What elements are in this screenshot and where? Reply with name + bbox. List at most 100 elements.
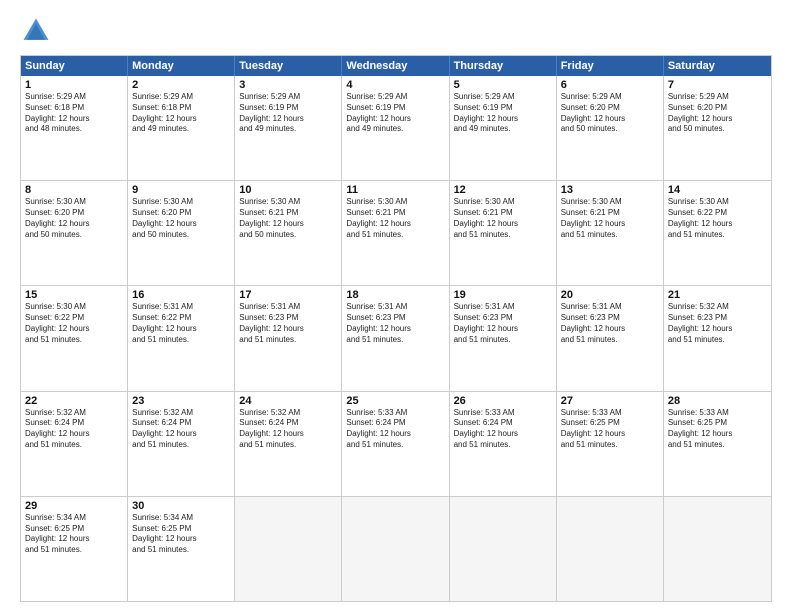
logo (20, 15, 56, 47)
day-info: Sunrise: 5:31 AM Sunset: 6:23 PM Dayligh… (561, 302, 659, 345)
calendar-cell-empty (557, 497, 664, 601)
day-info: Sunrise: 5:30 AM Sunset: 6:21 PM Dayligh… (561, 197, 659, 240)
weekday-header-sunday: Sunday (21, 56, 128, 76)
day-number: 30 (132, 500, 230, 512)
calendar-cell-21: 21Sunrise: 5:32 AM Sunset: 6:23 PM Dayli… (664, 286, 771, 390)
day-info: Sunrise: 5:33 AM Sunset: 6:24 PM Dayligh… (346, 408, 444, 451)
day-number: 26 (454, 395, 552, 407)
calendar-row-1: 1 Sunrise: 5:29 AM Sunset: 6:18 PM Daylig… (21, 76, 771, 180)
calendar-cell-empty (235, 497, 342, 601)
weekday-header-wednesday: Wednesday (342, 56, 449, 76)
calendar-cell-8: 8Sunrise: 5:30 AM Sunset: 6:20 PM Daylig… (21, 181, 128, 285)
calendar-cell-16: 16Sunrise: 5:31 AM Sunset: 6:22 PM Dayli… (128, 286, 235, 390)
calendar-cell-2: 2Sunrise: 5:29 AM Sunset: 6:18 PM Daylig… (128, 76, 235, 180)
calendar-cell-5: 5Sunrise: 5:29 AM Sunset: 6:19 PM Daylig… (450, 76, 557, 180)
calendar-header: SundayMondayTuesdayWednesdayThursdayFrid… (21, 56, 771, 76)
calendar-cell-24: 24Sunrise: 5:32 AM Sunset: 6:24 PM Dayli… (235, 392, 342, 496)
calendar-cell-1: 1Sunrise: 5:29 AM Sunset: 6:18 PM Daylig… (21, 76, 128, 180)
day-number: 9 (132, 184, 230, 196)
calendar: SundayMondayTuesdayWednesdayThursdayFrid… (20, 55, 772, 602)
calendar-cell-empty (664, 497, 771, 601)
day-info: Sunrise: 5:30 AM Sunset: 6:22 PM Dayligh… (668, 197, 767, 240)
day-info: Sunrise: 5:30 AM Sunset: 6:22 PM Dayligh… (25, 302, 123, 345)
day-info: Sunrise: 5:29 AM Sunset: 6:19 PM Dayligh… (239, 92, 337, 135)
calendar-cell-13: 13Sunrise: 5:30 AM Sunset: 6:21 PM Dayli… (557, 181, 664, 285)
calendar-body: 1 Sunrise: 5:29 AM Sunset: 6:18 PM Daylig… (21, 76, 771, 601)
weekday-header-saturday: Saturday (664, 56, 771, 76)
calendar-cell-25: 25Sunrise: 5:33 AM Sunset: 6:24 PM Dayli… (342, 392, 449, 496)
day-number: 17 (239, 289, 337, 301)
weekday-header-monday: Monday (128, 56, 235, 76)
day-number: 24 (239, 395, 337, 407)
calendar-cell-26: 26Sunrise: 5:33 AM Sunset: 6:24 PM Dayli… (450, 392, 557, 496)
calendar-cell-30: 30Sunrise: 5:34 AM Sunset: 6:25 PM Dayli… (128, 497, 235, 601)
day-number: 5 (454, 79, 552, 91)
day-number: 27 (561, 395, 659, 407)
day-info: Sunrise: 5:30 AM Sunset: 6:21 PM Dayligh… (239, 197, 337, 240)
calendar-row-3: 15Sunrise: 5:30 AM Sunset: 6:22 PM Dayli… (21, 285, 771, 390)
page: SundayMondayTuesdayWednesdayThursdayFrid… (0, 0, 792, 612)
day-number: 4 (346, 79, 444, 91)
calendar-cell-18: 18Sunrise: 5:31 AM Sunset: 6:23 PM Dayli… (342, 286, 449, 390)
calendar-cell-15: 15Sunrise: 5:30 AM Sunset: 6:22 PM Dayli… (21, 286, 128, 390)
calendar-cell-29: 29Sunrise: 5:34 AM Sunset: 6:25 PM Dayli… (21, 497, 128, 601)
day-number: 28 (668, 395, 767, 407)
day-info: Sunrise: 5:34 AM Sunset: 6:25 PM Dayligh… (132, 513, 230, 556)
day-info: Sunrise: 5:29 AM Sunset: 6:19 PM Dayligh… (346, 92, 444, 135)
day-number: 1 (25, 79, 123, 91)
day-info: Sunrise: 5:32 AM Sunset: 6:24 PM Dayligh… (132, 408, 230, 451)
day-info: Sunrise: 5:31 AM Sunset: 6:23 PM Dayligh… (346, 302, 444, 345)
calendar-row-4: 22 Sunrise: 5:32 AM Sunset: 6:24 PM Dayli… (21, 391, 771, 496)
day-info: Sunrise: 5:32 AM Sunset: 6:23 PM Dayligh… (668, 302, 767, 345)
day-info: Sunrise: 5:30 AM Sunset: 6:20 PM Dayligh… (132, 197, 230, 240)
day-number: 29 (25, 500, 123, 512)
day-info: Sunrise: 5:33 AM Sunset: 6:25 PM Dayligh… (561, 408, 659, 451)
calendar-cell-9: 9Sunrise: 5:30 AM Sunset: 6:20 PM Daylig… (128, 181, 235, 285)
calendar-cell-27: 27Sunrise: 5:33 AM Sunset: 6:25 PM Dayli… (557, 392, 664, 496)
calendar-cell-12: 12Sunrise: 5:30 AM Sunset: 6:21 PM Dayli… (450, 181, 557, 285)
day-info: Sunrise: 5:31 AM Sunset: 6:22 PM Dayligh… (132, 302, 230, 345)
day-info: Sunrise: 5:31 AM Sunset: 6:23 PM Dayligh… (239, 302, 337, 345)
day-info: Sunrise: 5:34 AM Sunset: 6:25 PM Dayligh… (25, 513, 123, 556)
day-info: Sunrise: 5:33 AM Sunset: 6:24 PM Dayligh… (454, 408, 552, 451)
day-number: 10 (239, 184, 337, 196)
day-number: 21 (668, 289, 767, 301)
day-info: Sunrise: 5:29 AM Sunset: 6:18 PM Dayligh… (132, 92, 230, 135)
logo-icon (20, 15, 52, 47)
day-number: 2 (132, 79, 230, 91)
calendar-cell-7: 7Sunrise: 5:29 AM Sunset: 6:20 PM Daylig… (664, 76, 771, 180)
calendar-cell-3: 3Sunrise: 5:29 AM Sunset: 6:19 PM Daylig… (235, 76, 342, 180)
calendar-cell-19: 19Sunrise: 5:31 AM Sunset: 6:23 PM Dayli… (450, 286, 557, 390)
day-number: 22 (25, 395, 123, 407)
day-number: 19 (454, 289, 552, 301)
day-info: Sunrise: 5:31 AM Sunset: 6:23 PM Dayligh… (454, 302, 552, 345)
day-number: 6 (561, 79, 659, 91)
day-number: 23 (132, 395, 230, 407)
calendar-cell-22: 22Sunrise: 5:32 AM Sunset: 6:24 PM Dayli… (21, 392, 128, 496)
day-number: 13 (561, 184, 659, 196)
weekday-header-friday: Friday (557, 56, 664, 76)
day-info: Sunrise: 5:32 AM Sunset: 6:24 PM Dayligh… (239, 408, 337, 451)
weekday-header-thursday: Thursday (450, 56, 557, 76)
calendar-cell-28: 28Sunrise: 5:33 AM Sunset: 6:25 PM Dayli… (664, 392, 771, 496)
day-number: 11 (346, 184, 444, 196)
day-number: 7 (668, 79, 767, 91)
day-info: Sunrise: 5:33 AM Sunset: 6:25 PM Dayligh… (668, 408, 767, 451)
calendar-cell-6: 6Sunrise: 5:29 AM Sunset: 6:20 PM Daylig… (557, 76, 664, 180)
calendar-cell-4: 4Sunrise: 5:29 AM Sunset: 6:19 PM Daylig… (342, 76, 449, 180)
calendar-cell-11: 11Sunrise: 5:30 AM Sunset: 6:21 PM Dayli… (342, 181, 449, 285)
day-number: 20 (561, 289, 659, 301)
day-number: 3 (239, 79, 337, 91)
day-info: Sunrise: 5:29 AM Sunset: 6:20 PM Dayligh… (561, 92, 659, 135)
calendar-row-5: 29Sunrise: 5:34 AM Sunset: 6:25 PM Dayli… (21, 496, 771, 601)
day-info: Sunrise: 5:30 AM Sunset: 6:21 PM Dayligh… (454, 197, 552, 240)
day-number: 8 (25, 184, 123, 196)
day-number: 25 (346, 395, 444, 407)
day-number: 12 (454, 184, 552, 196)
calendar-cell-empty (450, 497, 557, 601)
header (20, 15, 772, 47)
calendar-cell-10: 10Sunrise: 5:30 AM Sunset: 6:21 PM Dayli… (235, 181, 342, 285)
calendar-cell-empty (342, 497, 449, 601)
day-number: 18 (346, 289, 444, 301)
day-info: Sunrise: 5:30 AM Sunset: 6:20 PM Dayligh… (25, 197, 123, 240)
